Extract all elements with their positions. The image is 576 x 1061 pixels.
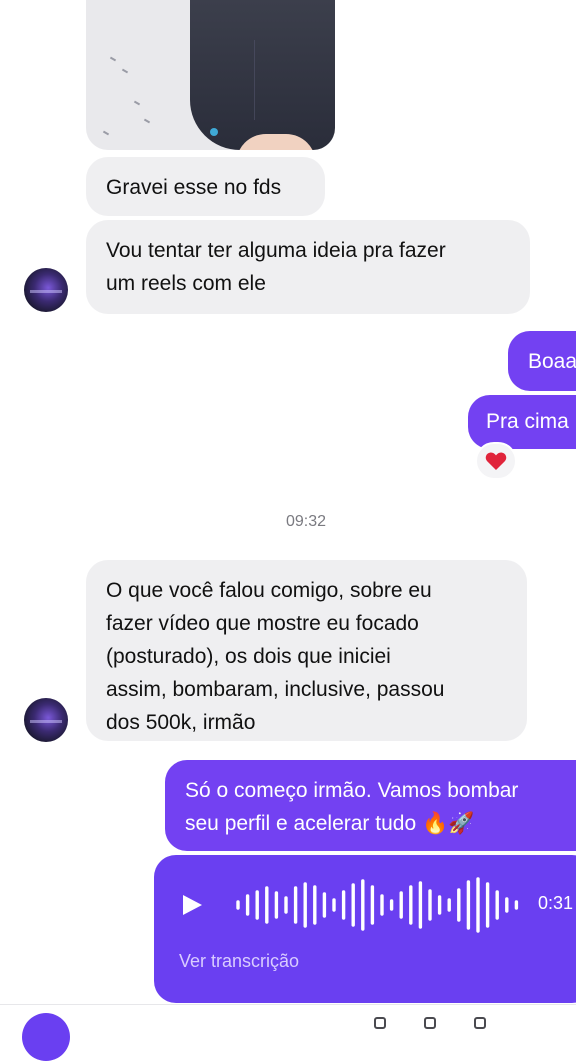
- photo-dot: [210, 128, 218, 136]
- contact-avatar[interactable]: [24, 268, 68, 312]
- view-transcription-link[interactable]: Ver transcrição: [179, 951, 299, 972]
- message-line: Vou tentar ter alguma ideia pra fazer: [106, 239, 446, 262]
- message-line: assim, bombaram, inclusive, passou: [106, 678, 445, 701]
- play-icon[interactable]: [180, 893, 204, 917]
- outgoing-message[interactable]: Só o começo irmão. Vamos bombar seu perf…: [165, 760, 576, 851]
- camera-button[interactable]: [22, 1013, 70, 1061]
- composer-bar: [0, 1004, 576, 1061]
- contact-avatar[interactable]: [24, 698, 68, 742]
- avatar-detail: [30, 290, 62, 293]
- incoming-message[interactable]: Gravei esse no fds: [86, 157, 325, 216]
- message-line: dos 500k, irmão: [106, 711, 256, 734]
- voice-message[interactable]: 0:31 Ver transcrição: [154, 855, 576, 1003]
- message-text: Gravei esse no fds: [106, 176, 282, 199]
- message-line: Só o começo irmão. Vamos bombar: [185, 779, 519, 802]
- photo-speck: [121, 68, 129, 74]
- reaction-badge[interactable]: [475, 442, 517, 480]
- message-line: um reels com ele: [106, 272, 266, 295]
- photo-speck: [109, 56, 117, 62]
- gallery-icon[interactable]: [424, 1017, 436, 1029]
- incoming-message[interactable]: Vou tentar ter alguma ideia pra fazer um…: [86, 220, 530, 314]
- photo-fold: [254, 40, 255, 120]
- message-line: O que você falou comigo, sobre eu: [106, 579, 432, 602]
- photo-speck: [133, 100, 141, 106]
- heart-icon: [485, 452, 507, 470]
- avatar-detail: [30, 720, 62, 723]
- outgoing-message[interactable]: Boaa: [508, 331, 576, 391]
- message-text: Boaa: [528, 350, 576, 373]
- chat-timestamp: 09:32: [285, 513, 327, 530]
- voice-waveform[interactable]: [230, 873, 530, 937]
- sent-photo[interactable]: [86, 0, 335, 150]
- incoming-message[interactable]: O que você falou comigo, sobre eu fazer …: [86, 560, 527, 741]
- message-line: seu perfil e acelerar tudo 🔥🚀: [185, 812, 475, 835]
- sticker-icon[interactable]: [474, 1017, 486, 1029]
- photo-speck: [143, 118, 151, 124]
- voice-duration: 0:31: [538, 893, 574, 913]
- message-line: fazer vídeo que mostre eu focado: [106, 612, 419, 635]
- message-text: Pra cima: [486, 410, 569, 433]
- message-line: (posturado), os dois que iniciei: [106, 645, 391, 668]
- photo-speck: [102, 130, 110, 136]
- microphone-icon[interactable]: [374, 1017, 386, 1029]
- outgoing-message[interactable]: Pra cima: [468, 395, 576, 449]
